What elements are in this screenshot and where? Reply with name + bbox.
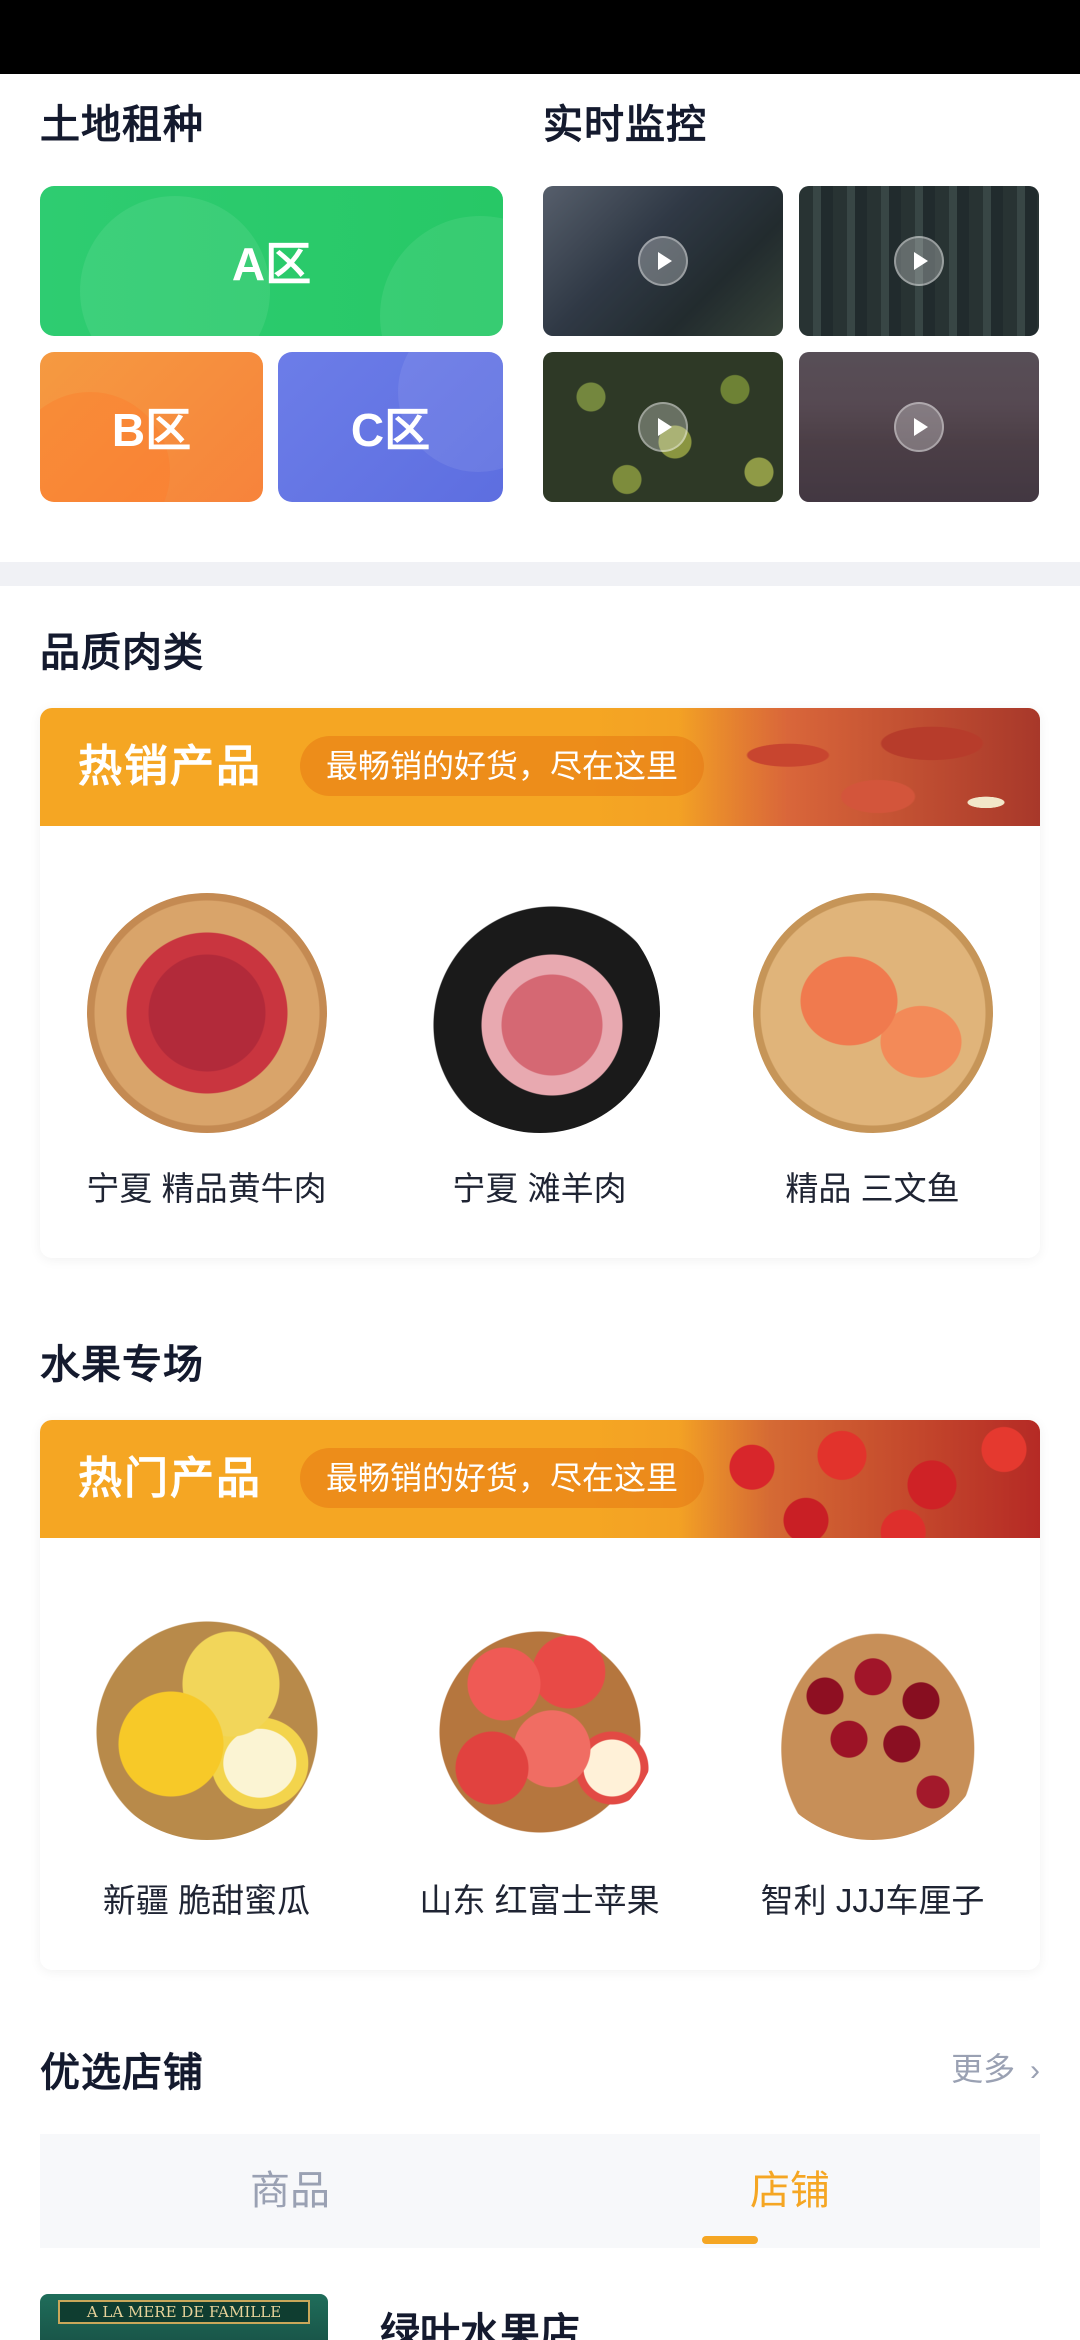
meat-section-title: 品质肉类 [40,631,204,675]
product-name: 智利 JJJ车厘子 [760,1882,985,1919]
banner-title: 热门产品 [78,1454,262,1503]
chevron-right-icon: › [1030,2054,1040,2087]
shops-section-title: 优选店铺 [40,2051,204,2095]
tab-shops[interactable]: 店铺 [540,2134,1040,2248]
video-thumb-4[interactable] [799,352,1039,502]
melon-image [86,1600,327,1840]
hot-products-banner[interactable]: 热销产品 最畅销的好货，尽在这里 [40,708,1040,826]
play-icon[interactable] [638,402,688,452]
more-link[interactable]: 更多 › [951,2044,1040,2090]
product-name: 新疆 脆甜蜜瓜 [102,1882,311,1919]
salmon-image [752,893,993,1133]
banner-subtitle: 最畅销的好货，尽在这里 [300,1448,705,1508]
zone-b-label: B区 [111,404,192,456]
zone-a-button[interactable]: A区 [40,186,503,336]
video-thumb-1[interactable] [543,186,783,336]
tab-goods[interactable]: 商品 [40,2134,540,2248]
zone-a-label: A区 [231,238,312,290]
shop-sign: A LA MERE DE FAMILLE [58,2300,310,2324]
play-icon[interactable] [894,402,944,452]
shop-image[interactable]: A LA MERE DE FAMILLE [40,2294,328,2340]
video-thumb-3[interactable] [543,352,783,502]
fruit-section-title: 水果专场 [40,1343,204,1387]
meat-banner-image [680,708,1040,826]
zone-b-button[interactable]: B区 [40,352,263,502]
shop-name[interactable]: 绿叶水果店 [380,2300,580,2340]
active-tab-indicator [702,2236,758,2244]
shop-tab-bar: 商品 店铺 [40,2134,1040,2248]
fruit-product-card: 热门产品 最畅销的好货，尽在这里 新疆 脆甜蜜瓜 山东 红富士苹果 智利 JJJ… [40,1420,1040,1970]
live-monitor-title: 实时监控 [543,103,707,147]
play-icon[interactable] [894,236,944,286]
more-label: 更多 [951,2051,1016,2087]
product-name: 山东 红富士苹果 [419,1882,660,1919]
product-name: 精品 三文鱼 [785,1170,960,1207]
beef-image [86,893,327,1133]
zone-c-button[interactable]: C区 [278,352,503,502]
apple-image [419,1600,660,1840]
status-bar [0,0,1080,74]
section-divider [0,562,1080,586]
product-name: 宁夏 精品黄牛肉 [86,1170,327,1207]
fruit-banner-image [680,1420,1040,1538]
zone-c-label: C区 [350,404,431,456]
cherry-image [752,1600,993,1840]
meat-product-card: 热销产品 最畅销的好货，尽在这里 宁夏 精品黄牛肉 宁夏 滩羊肉 精品 三文鱼 [40,708,1040,1258]
play-icon[interactable] [638,236,688,286]
banner-title: 热销产品 [78,742,262,791]
product-name: 宁夏 滩羊肉 [452,1170,627,1207]
popular-products-banner[interactable]: 热门产品 最畅销的好货，尽在这里 [40,1420,1040,1538]
video-thumb-2[interactable] [799,186,1039,336]
land-rent-title: 土地租种 [40,103,204,147]
lamb-image [419,893,660,1133]
banner-subtitle: 最畅销的好货，尽在这里 [300,736,705,796]
